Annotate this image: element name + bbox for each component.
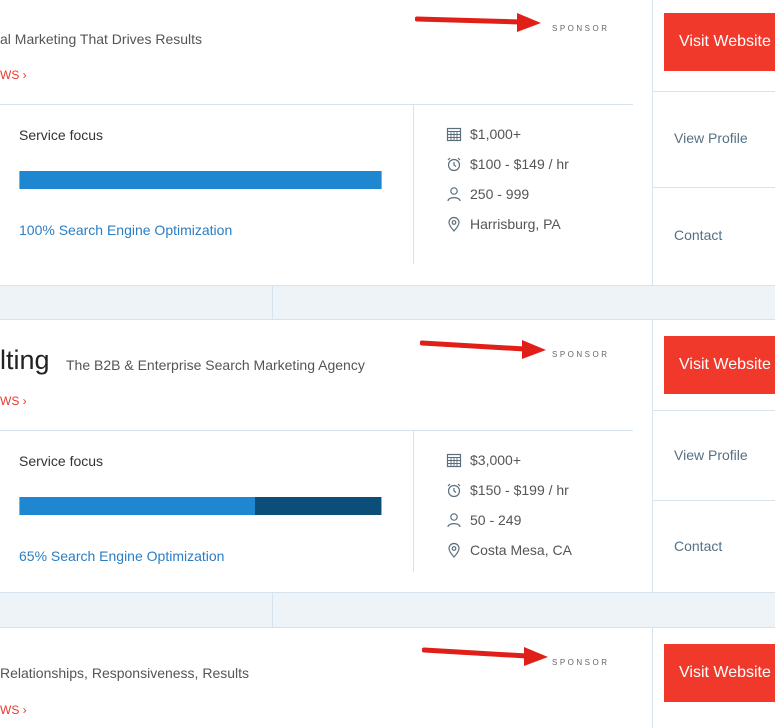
hourly-rate: $150 - $199 / hr [446,482,569,498]
divider [272,592,273,627]
location: Harrisburg, PA [446,216,561,232]
location-pin-icon [448,216,460,232]
sponsor-label: SPONSOR [552,350,610,359]
min-project-size: $1,000+ [446,126,521,142]
view-profile-link[interactable]: View Profile [674,130,748,146]
focus-bar-primary [20,171,381,189]
calendar-icon [446,453,462,468]
listing-main-1: al Marketing That Drives Results WS › SP… [0,0,652,285]
visit-website-button[interactable]: Visit Website [664,644,775,702]
divider [653,187,775,188]
divider [653,91,775,92]
vertical-divider [413,430,414,572]
red-arrow-annotation [422,647,548,666]
divider [653,410,775,411]
company-name[interactable]: lting [0,345,50,376]
focus-bar-secondary [254,497,381,515]
location: Costa Mesa, CA [446,542,572,558]
person-icon [447,187,461,202]
red-arrow-annotation [420,340,546,359]
listing-actions-2: Visit Website View Profile Contact [652,320,775,592]
contact-link[interactable]: Contact [674,538,722,554]
service-focus-label: Service focus [19,127,104,143]
listing-tagline: The B2B & Enterprise Search Marketing Ag… [66,357,365,373]
employees-value: 50 - 249 [470,512,522,528]
hourly-rate-value: $150 - $199 / hr [470,482,569,498]
listing-actions-1: Visit Website View Profile Contact [652,0,775,285]
listing-main-2: lting The B2B & Enterprise Search Market… [0,320,652,592]
calendar-icon [446,127,462,142]
red-arrow-annotation [415,13,541,32]
alarm-clock-icon [447,157,461,172]
sponsor-label: SPONSOR [552,658,610,667]
listing-card-1: al Marketing That Drives Results WS › SP… [0,0,775,286]
service-focus-bar [19,497,382,515]
employees-value: 250 - 999 [470,186,530,202]
divider [272,285,273,319]
location-value: Costa Mesa, CA [470,542,572,558]
alarm-clock-icon [447,483,461,498]
visit-website-button[interactable]: Visit Website [664,13,775,71]
focus-percent-text[interactable]: 100% Search Engine Optimization [19,222,232,238]
min-project-size: $3,000+ [446,452,521,468]
vertical-divider [413,104,414,264]
employees: 250 - 999 [446,186,529,202]
employees: 50 - 249 [446,512,521,528]
min-project-value: $1,000+ [470,126,521,142]
contact-link[interactable]: Contact [674,227,722,243]
reviews-link[interactable]: WS › [0,68,27,82]
focus-bar-primary [20,497,255,515]
listing-actions-3: Visit Website [652,628,775,728]
hourly-rate-value: $100 - $149 / hr [470,156,569,172]
service-focus-bar [19,171,382,189]
hourly-rate: $100 - $149 / hr [446,156,569,172]
reviews-link[interactable]: WS › [0,394,27,408]
location-value: Harrisburg, PA [470,216,561,232]
visit-website-button[interactable]: Visit Website [664,336,775,394]
listing-main-3: Relationships, Responsiveness, Results W… [0,628,652,728]
service-focus-label: Service focus [19,453,104,469]
person-icon [447,513,461,528]
listing-tagline: Relationships, Responsiveness, Results [0,665,250,681]
reviews-link[interactable]: WS › [0,703,27,717]
divider [653,500,775,501]
min-project-value: $3,000+ [470,452,521,468]
listing-card-2: lting The B2B & Enterprise Search Market… [0,319,775,593]
sponsor-label: SPONSOR [552,24,610,33]
divider [0,104,633,105]
divider [0,430,633,431]
view-profile-link[interactable]: View Profile [674,447,748,463]
focus-percent-text[interactable]: 65% Search Engine Optimization [19,548,224,564]
listing-tagline: al Marketing That Drives Results [0,31,203,47]
location-pin-icon [448,542,460,558]
